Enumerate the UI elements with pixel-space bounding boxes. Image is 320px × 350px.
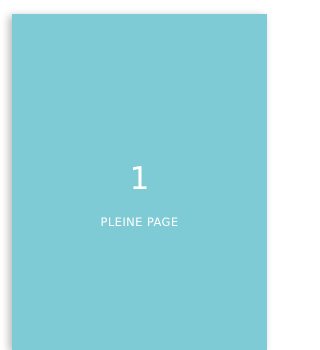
page-thumbnail[interactable]: 1 PLEINE PAGE	[12, 14, 267, 350]
page-layout-label: PLEINE PAGE	[100, 215, 179, 229]
page-number: 1	[129, 161, 150, 197]
page-thumbnail-stage: 1 PLEINE PAGE	[0, 0, 267, 350]
